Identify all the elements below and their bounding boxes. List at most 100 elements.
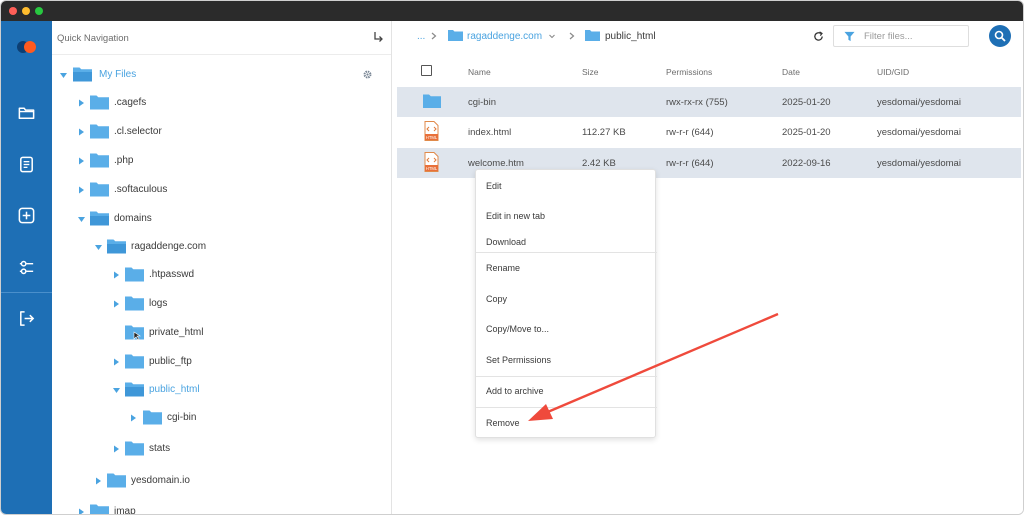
tree-item-label: yesdomain.io <box>131 475 190 486</box>
caret-down-icon[interactable] <box>113 386 120 394</box>
chevron-right-icon <box>569 32 575 40</box>
file-uid: yesdomai/yesdomai <box>877 97 961 108</box>
column-header-date[interactable]: Date <box>782 67 800 77</box>
menu-item-rename[interactable]: Rename <box>486 263 520 273</box>
folder-icon <box>423 94 441 108</box>
search-button[interactable] <box>989 25 1011 47</box>
menu-item-download[interactable]: Download <box>486 237 526 247</box>
caret-right-icon[interactable] <box>78 186 85 194</box>
file-permissions: rw-r-r (644) <box>666 127 714 138</box>
tree-item[interactable]: .htpasswd <box>52 265 392 285</box>
nav-header: Quick Navigation <box>52 21 391 55</box>
tree-item-label: .htpasswd <box>149 269 195 280</box>
minimize-window-button[interactable] <box>22 7 30 15</box>
table-row[interactable]: HTML index.html 112.27 KB rw-r-r (644) 2… <box>397 117 1021 147</box>
tree-item-label: logs <box>149 298 168 309</box>
select-all-checkbox[interactable] <box>421 65 432 76</box>
tree-item-label: ragaddenge.com <box>131 241 207 252</box>
side-rail <box>1 21 52 514</box>
table-row[interactable]: cgi-bin rwx-rx-rx (755) 2025-01-20 yesdo… <box>397 87 1021 117</box>
document-icon[interactable] <box>17 155 36 174</box>
close-window-button[interactable] <box>9 7 17 15</box>
tree-item-label: imap <box>114 506 136 515</box>
tree-item[interactable]: private_html <box>52 323 392 343</box>
tree-item[interactable]: cgi-bin <box>52 408 392 428</box>
caret-right-icon[interactable] <box>78 508 85 515</box>
menu-item-remove[interactable]: Remove <box>486 418 520 428</box>
caret-right-icon[interactable] <box>113 300 120 308</box>
tree-item[interactable]: .cagefs <box>52 93 392 113</box>
tree-item[interactable]: .softaculous <box>52 180 392 200</box>
tree-item-label: .cl.selector <box>114 126 162 137</box>
chevron-right-icon <box>431 32 437 40</box>
tree-item-label: domains <box>114 213 152 224</box>
tree-item[interactable]: logs <box>52 294 392 314</box>
context-menu: Edit Edit in new tab Download Rename Cop… <box>475 169 657 438</box>
tree-item[interactable]: public_html <box>52 380 392 400</box>
folder-icon[interactable] <box>17 103 36 122</box>
tree-item-label: cgi-bin <box>167 412 197 423</box>
search-icon <box>994 30 1006 42</box>
chevron-down-icon[interactable] <box>549 32 555 40</box>
caret-right-icon[interactable] <box>78 157 85 165</box>
folder-icon <box>90 182 109 197</box>
tree-item[interactable]: ragaddenge.com <box>52 237 392 257</box>
rail-divider <box>1 292 52 293</box>
menu-divider <box>476 252 657 253</box>
tree-item[interactable]: .php <box>52 151 392 171</box>
folder-icon <box>90 504 109 514</box>
caret-down-icon[interactable] <box>78 215 85 223</box>
column-header-permissions[interactable]: Permissions <box>666 67 712 77</box>
menu-item-set-permissions[interactable]: Set Permissions <box>486 355 551 365</box>
file-name: cgi-bin <box>468 97 496 108</box>
settings-sliders-icon[interactable] <box>17 258 36 277</box>
tree-item-label: .php <box>114 155 134 166</box>
tree-item[interactable]: My Files <box>52 65 392 85</box>
folder-icon <box>90 153 109 168</box>
folder-icon <box>125 441 144 456</box>
caret-right-icon[interactable] <box>95 477 102 485</box>
menu-item-add-archive[interactable]: Add to archive <box>486 386 544 396</box>
caret-right-icon[interactable] <box>78 99 85 107</box>
caret-right-icon[interactable] <box>113 271 120 279</box>
tree-item[interactable]: public_ftp <box>52 352 392 372</box>
refresh-icon[interactable] <box>813 31 824 42</box>
folder-icon <box>90 124 109 139</box>
file-uid: yesdomai/yesdomai <box>877 158 961 169</box>
file-permissions: rwx-rx-rx (755) <box>666 97 728 108</box>
tree-item[interactable]: imap <box>52 502 392 515</box>
menu-divider <box>476 376 657 377</box>
tree-item[interactable]: yesdomain.io <box>52 471 392 491</box>
maximize-window-button[interactable] <box>35 7 43 15</box>
menu-item-edit-new-tab[interactable]: Edit in new tab <box>486 211 545 221</box>
menu-item-copy[interactable]: Copy <box>486 294 507 304</box>
nav-title: Quick Navigation <box>57 33 129 44</box>
breadcrumb-domain[interactable]: ragaddenge.com <box>467 31 542 42</box>
tree-item-label: .cagefs <box>114 97 147 108</box>
menu-item-edit[interactable]: Edit <box>486 181 502 191</box>
menu-item-copy-move[interactable]: Copy/Move to... <box>486 324 549 334</box>
collapse-arrow-icon[interactable] <box>372 31 384 43</box>
caret-right-icon[interactable] <box>113 445 120 453</box>
caret-down-icon[interactable] <box>95 243 102 251</box>
title-bar <box>1 1 1023 21</box>
tree-item[interactable]: stats <box>52 439 392 459</box>
tree-item[interactable]: .cl.selector <box>52 122 392 142</box>
column-header-name[interactable]: Name <box>468 67 491 77</box>
folder-icon <box>125 354 144 369</box>
tree-item[interactable]: domains <box>52 209 392 229</box>
html-file-icon: HTML <box>424 121 439 141</box>
logout-icon[interactable] <box>17 309 36 328</box>
folder-open-icon <box>90 211 109 226</box>
caret-right-icon[interactable] <box>78 128 85 136</box>
quick-navigation-panel: Quick Navigation My Files .cagefs .cl.sele… <box>52 21 392 515</box>
filter-input[interactable] <box>864 29 964 43</box>
caret-right-icon[interactable] <box>130 414 137 422</box>
add-icon[interactable] <box>17 206 36 225</box>
caret-down-icon[interactable] <box>60 71 67 79</box>
column-header-size[interactable]: Size <box>582 67 599 77</box>
column-header-uid[interactable]: UID/GID <box>877 67 909 77</box>
folder-open-icon <box>125 382 144 397</box>
breadcrumb-ellipsis[interactable]: ... <box>417 31 425 42</box>
caret-right-icon[interactable] <box>113 358 120 366</box>
